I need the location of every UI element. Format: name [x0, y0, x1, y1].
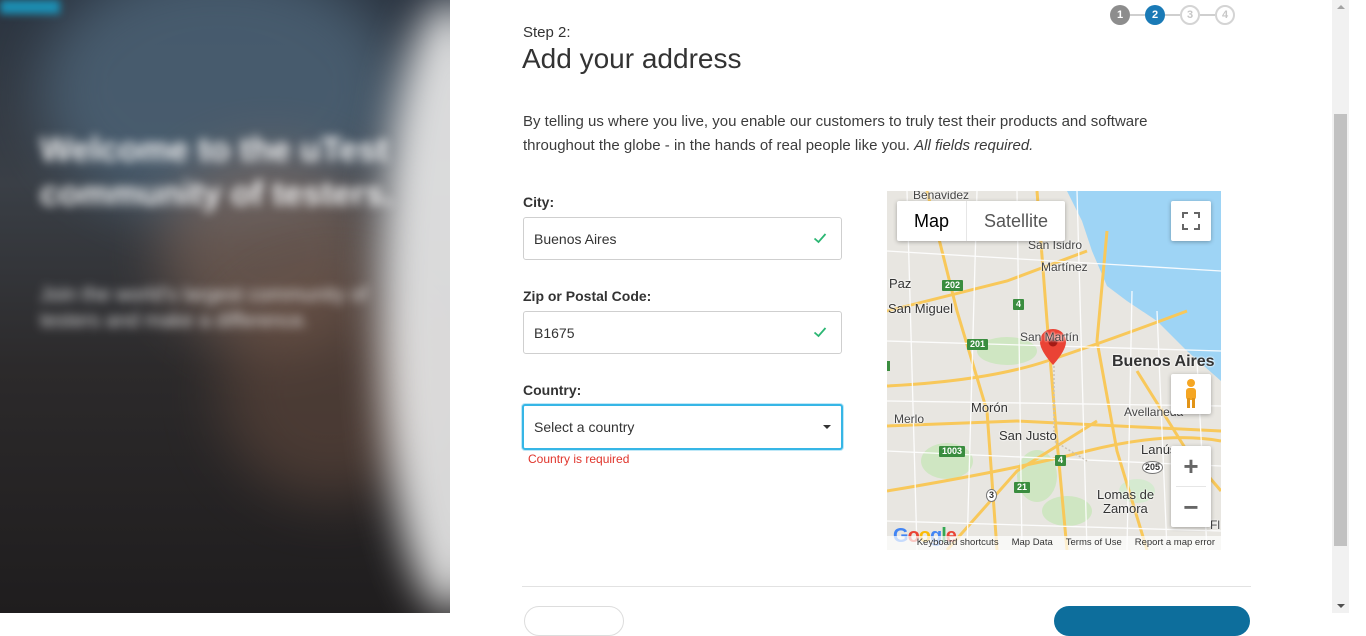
zip-label: Zip or Postal Code:: [523, 288, 652, 304]
keyboard-shortcuts-link[interactable]: Keyboard shortcuts: [917, 536, 999, 550]
map-label: San Miguel: [888, 301, 954, 316]
route-shield: 4: [1055, 455, 1067, 466]
map-label: Zamora: [1103, 501, 1148, 516]
map-label: Merlo: [894, 412, 925, 426]
map-attribution: Keyboard shortcuts Map Data Terms of Use…: [887, 536, 1221, 550]
map-data-link[interactable]: Map Data: [1012, 536, 1053, 550]
zip-input[interactable]: B1675: [523, 311, 842, 354]
country-placeholder: Select a country: [534, 419, 635, 435]
step-3: 3: [1180, 5, 1200, 25]
country-label: Country:: [523, 382, 582, 398]
fullscreen-button[interactable]: [1171, 201, 1211, 241]
city-input[interactable]: Buenos Aires: [523, 217, 842, 260]
country-select[interactable]: Select a country: [522, 404, 843, 450]
next-button[interactable]: [1054, 606, 1250, 636]
hero-subtext: Join the world's largest community of te…: [40, 284, 368, 332]
map-label: Fl: [1210, 518, 1220, 532]
progress-stepper: 1 2 3 4: [1110, 4, 1235, 26]
route-shield: 205: [1142, 461, 1164, 474]
check-icon: [813, 327, 827, 338]
route-shield: 1003: [939, 446, 966, 457]
route-shield: 4: [1013, 299, 1025, 310]
map-type-control: Map Satellite: [897, 201, 1066, 241]
map-label: Buenos Aires: [1112, 353, 1215, 370]
report-error-link[interactable]: Report a map error: [1135, 536, 1215, 550]
scroll-down-icon[interactable]: [1337, 604, 1345, 608]
zoom-out-button[interactable]: −: [1171, 487, 1211, 527]
fullscreen-icon: [1182, 212, 1200, 230]
city-label: City:: [523, 194, 555, 210]
route-shield: 3: [986, 489, 998, 502]
caret-down-icon: [823, 425, 831, 429]
hero-link: [0, 0, 60, 14]
route-shield: 21: [1014, 482, 1031, 493]
page-scrollbar[interactable]: [1332, 0, 1349, 613]
pegman-icon: [1186, 379, 1196, 408]
map-type-satellite-button[interactable]: Satellite: [967, 201, 1065, 241]
zoom-in-button[interactable]: +: [1171, 446, 1211, 486]
terms-link[interactable]: Terms of Use: [1066, 536, 1122, 550]
page-title: Add your address: [522, 43, 742, 74]
back-button[interactable]: [524, 606, 624, 636]
street-view-button[interactable]: [1171, 374, 1211, 414]
footer-divider: [522, 586, 1251, 587]
map-label: Martínez: [1041, 260, 1088, 274]
map-label: Paz: [889, 276, 912, 291]
city-value: Buenos Aires: [534, 230, 617, 247]
location-map[interactable]: Benavidez San Isidro Martínez Paz San Mi…: [887, 191, 1221, 550]
required-note: All fields required.: [914, 137, 1034, 154]
map-label: Morón: [971, 400, 1008, 415]
map-label: Lomas de: [1097, 487, 1155, 502]
country-error: Country is required: [528, 452, 630, 466]
map-label: San Justo: [999, 428, 1057, 443]
zoom-control: + −: [1171, 446, 1211, 527]
map-type-map-button[interactable]: Map: [897, 201, 966, 241]
step-2: 2: [1145, 5, 1165, 25]
zip-value: B1675: [534, 324, 575, 341]
scroll-up-icon[interactable]: [1337, 5, 1345, 9]
step-4: 4: [1215, 5, 1235, 25]
route-shield: 201: [967, 339, 989, 350]
hero-panel: Welcome to the uTest community of tester…: [0, 0, 450, 613]
scroll-thumb[interactable]: [1334, 114, 1347, 546]
map-label: San Martín: [1020, 330, 1079, 344]
check-icon: [813, 233, 827, 244]
step-1: 1: [1110, 5, 1130, 25]
intro-text: By telling us where you live, you enable…: [523, 113, 1148, 154]
step-label: Step 2:: [523, 24, 571, 41]
hero-headline: Welcome to the uTest community of tester…: [40, 131, 394, 213]
route-shield: 202: [942, 280, 964, 291]
